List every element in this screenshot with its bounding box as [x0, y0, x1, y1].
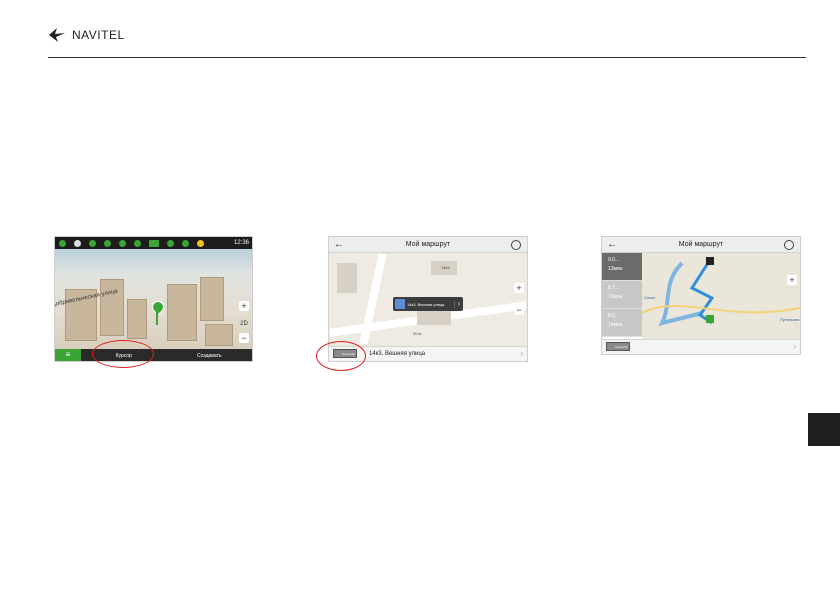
create-button[interactable]: Создавать — [167, 349, 253, 361]
address-popup[interactable]: 14к3, Вешняя улица › — [393, 297, 463, 311]
status-icon — [119, 239, 126, 247]
page-tab-marker — [808, 413, 840, 446]
route-option[interactable]: 9.0... 13мин — [602, 253, 642, 281]
route-distance: 8.7... — [608, 285, 620, 291]
screen-title: Мой маршрут — [678, 241, 724, 248]
status-icon — [182, 239, 189, 247]
road — [359, 253, 387, 345]
route-time: 13мин — [608, 266, 623, 272]
highlight-oval — [316, 341, 366, 371]
status-icon — [134, 239, 141, 247]
map-3d-view[interactable]: Добровольческая улица + 2D − — [55, 249, 252, 349]
building — [205, 324, 233, 346]
building — [417, 309, 451, 325]
status-icon — [74, 239, 81, 247]
route-time: 13мин — [608, 294, 623, 300]
map-scale: 30 м — [413, 331, 422, 336]
status-icon — [89, 239, 96, 247]
status-icon — [104, 239, 111, 247]
navitel-logo: NAVITEL — [48, 27, 125, 43]
screenshot-route-options: ← Мой маршрут 9.0... 13мин 8.7... 13мин … — [601, 236, 801, 355]
destination-address: 14к3, Вешняя улица — [369, 351, 426, 357]
chevron-right-icon[interactable]: › — [520, 347, 523, 361]
view-mode-button[interactable]: 2D — [239, 319, 249, 329]
route-distance: 8.2... — [608, 313, 620, 319]
back-arrow-icon[interactable]: ← — [334, 237, 344, 252]
screenshot-map-cursor: 12:36 Добровольческая улица + 2D − ≡ Кур… — [54, 236, 253, 362]
chevron-right-icon[interactable]: › — [793, 340, 796, 354]
route-overview-map[interactable]: Сокол Путилково + — [641, 253, 800, 339]
chevron-right-icon[interactable]: › — [454, 300, 463, 308]
building — [167, 284, 197, 341]
route-option[interactable]: 8.2... 14мин — [602, 309, 642, 337]
building — [200, 277, 224, 321]
popup-address: 14к3, Вешняя улица — [407, 301, 445, 307]
screen-header: ← Мой маршрут — [602, 237, 800, 253]
zoom-out-button[interactable]: − — [514, 305, 524, 315]
route-option[interactable]: 8.7... 13мин — [602, 281, 642, 309]
zoom-in-button[interactable]: + — [239, 301, 249, 311]
map-2d-view[interactable]: 14к3 14к3, Вешняя улица › 30 м + − — [329, 253, 527, 345]
clock: 12:36 — [233, 240, 249, 246]
globe-icon[interactable] — [511, 240, 521, 250]
route-list: 9.0... 13мин 8.7... 13мин 8.2... 14мин — [602, 253, 642, 339]
menu-button[interactable]: ≡ — [55, 349, 81, 361]
house-number: 14к3 — [441, 265, 450, 270]
globe-icon[interactable] — [784, 240, 794, 250]
place-label: Сокол — [644, 295, 656, 300]
back-arrow-icon[interactable]: ← — [607, 237, 617, 252]
screen-header: ← Мой маршрут — [329, 237, 527, 253]
highlight-oval — [92, 340, 154, 368]
brand-name: NAVITEL — [72, 28, 125, 42]
screenshot-route-point: ← Мой маршрут 14к3 14к3, Вешняя улица › … — [328, 236, 528, 362]
pin-stem — [156, 311, 158, 325]
status-bar: 12:36 — [55, 237, 252, 249]
building — [127, 299, 147, 339]
route-distance: 9.0... — [608, 257, 620, 263]
route-time: 14мин — [608, 322, 623, 328]
building — [337, 263, 357, 293]
zoom-out-button[interactable]: − — [239, 333, 249, 343]
go-button[interactable]: Поехали! — [606, 342, 630, 351]
status-icon — [167, 239, 174, 247]
battery-icon — [149, 239, 159, 247]
screen-title: Мой маршрут — [405, 241, 451, 248]
location-pin-icon — [149, 298, 167, 316]
place-label: Путилково — [780, 317, 800, 322]
header-divider — [48, 57, 806, 58]
route-lines — [641, 257, 800, 326]
route-bar[interactable]: Поехали! › — [602, 339, 800, 354]
zoom-in-button[interactable]: + — [787, 275, 797, 285]
house-icon — [395, 299, 405, 309]
navitel-bird-icon — [49, 28, 65, 42]
zoom-in-button[interactable]: + — [514, 283, 524, 293]
sun-icon — [197, 239, 204, 247]
status-icon — [59, 239, 66, 247]
